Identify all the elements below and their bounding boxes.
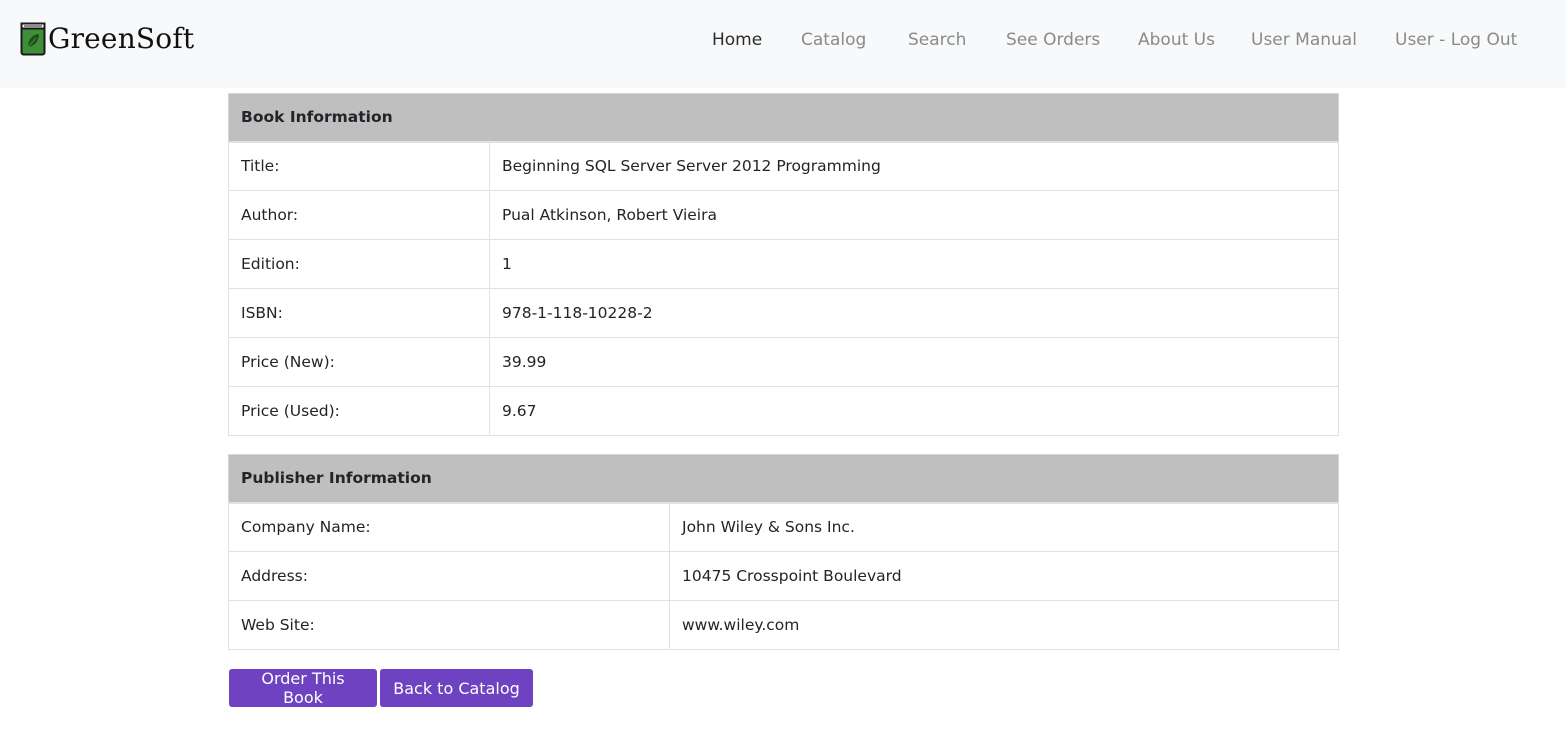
- table-row: Web Site: www.wiley.com: [228, 600, 1340, 650]
- table-row: ISBN: 978-1-118-10228-2: [228, 288, 1340, 338]
- address-value: 10475 Crosspoint Boulevard: [668, 551, 1340, 601]
- back-to-catalog-button[interactable]: Back to Catalog: [380, 669, 533, 707]
- price-used-label: Price (Used):: [228, 386, 490, 436]
- company-name-label: Company Name:: [228, 502, 670, 552]
- nav-search[interactable]: Search: [908, 28, 966, 52]
- main-nav: Home Catalog Search See Orders About Us …: [0, 28, 1566, 52]
- publisher-information-table: Publisher Information Company Name: John…: [227, 454, 1340, 650]
- title-label: Title:: [228, 141, 490, 191]
- edition-label: Edition:: [228, 239, 490, 289]
- price-new-value: 39.99: [488, 337, 1340, 387]
- author-value: Pual Atkinson, Robert Vieira: [488, 190, 1340, 240]
- table-row: Price (Used): 9.67: [228, 386, 1340, 436]
- publisher-information-section: Publisher Information Company Name: John…: [227, 454, 1340, 650]
- nav-catalog[interactable]: Catalog: [801, 28, 866, 52]
- author-label: Author:: [228, 190, 490, 240]
- table-row: Edition: 1: [228, 239, 1340, 289]
- publisher-information-heading: Publisher Information: [227, 454, 1340, 504]
- navbar: GreenSoft Home Catalog Search See Orders…: [0, 0, 1566, 88]
- address-label: Address:: [228, 551, 670, 601]
- edition-value: 1: [488, 239, 1340, 289]
- price-used-value: 9.67: [488, 386, 1340, 436]
- book-information-heading: Book Information: [227, 93, 1340, 143]
- title-value: Beginning SQL Server Server 2012 Program…: [488, 141, 1340, 191]
- company-name-value: John Wiley & Sons Inc.: [668, 502, 1340, 552]
- table-row: Company Name: John Wiley & Sons Inc.: [228, 502, 1340, 552]
- table-row: Author: Pual Atkinson, Robert Vieira: [228, 190, 1340, 240]
- table-row: Title: Beginning SQL Server Server 2012 …: [228, 141, 1340, 191]
- nav-home[interactable]: Home: [712, 28, 762, 52]
- book-information-table: Book Information Title: Beginning SQL Se…: [227, 93, 1340, 436]
- order-this-book-button[interactable]: Order This Book: [229, 669, 377, 707]
- table-row: Address: 10475 Crosspoint Boulevard: [228, 551, 1340, 601]
- web-site-label: Web Site:: [228, 600, 670, 650]
- nav-see-orders[interactable]: See Orders: [1006, 28, 1100, 52]
- table-row: Price (New): 39.99: [228, 337, 1340, 387]
- nav-log-out[interactable]: User - Log Out: [1395, 28, 1517, 52]
- price-new-label: Price (New):: [228, 337, 490, 387]
- book-information-section: Book Information Title: Beginning SQL Se…: [227, 93, 1340, 436]
- web-site-value: www.wiley.com: [668, 600, 1340, 650]
- nav-user-manual[interactable]: User Manual: [1251, 28, 1357, 52]
- isbn-value: 978-1-118-10228-2: [488, 288, 1340, 338]
- nav-about-us[interactable]: About Us: [1138, 28, 1215, 52]
- isbn-label: ISBN:: [228, 288, 490, 338]
